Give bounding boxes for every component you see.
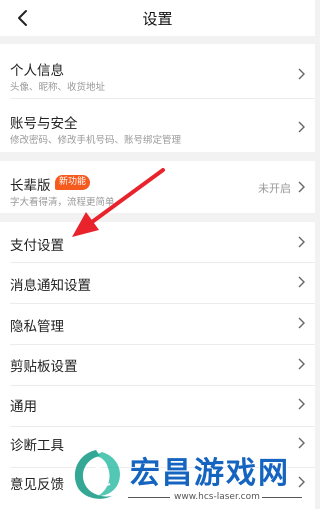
watermark-text: 宏昌游戏网: [130, 456, 290, 491]
watermark-url: www.hcs-laser.com: [174, 492, 260, 502]
watermark-rule: [128, 497, 170, 498]
annotation-arrow: [72, 168, 165, 237]
watermark-rule: [262, 497, 302, 498]
watermark-logo-icon: [74, 450, 121, 499]
